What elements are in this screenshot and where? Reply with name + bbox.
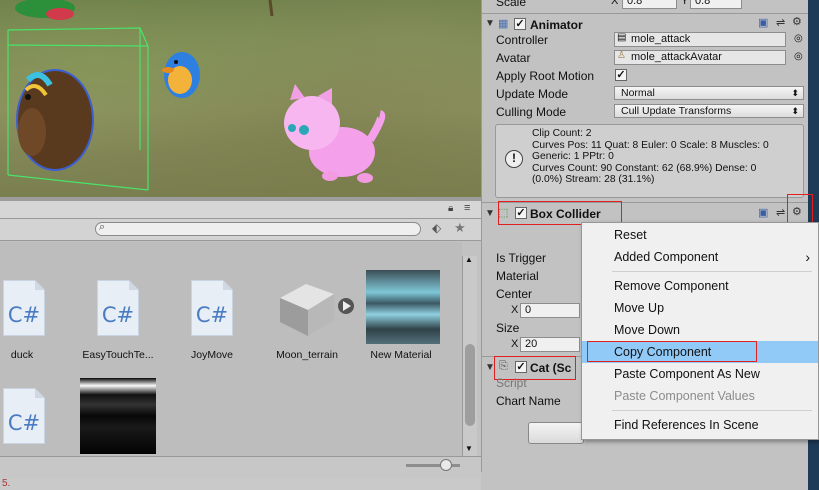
apply-root-motion-checkbox[interactable]: ✓ [615,69,627,81]
label-tag-icon[interactable]: ⬖ [432,221,441,235]
scrollbar-thumb[interactable] [465,344,475,426]
animator-icon: ▦ [498,18,509,30]
size-label: Size [496,321,520,335]
csharp-script-icon[interactable]: C# [3,388,45,444]
animator-info-box: Clip Count: 2 Curves Pos: 11 Quat: 8 Eul… [495,124,804,198]
chart-name-label: Chart Name [496,394,561,408]
mole-character [16,69,94,171]
project-toolbar: 🔒︎ ≡ [0,201,481,219]
size-x-field[interactable]: 20 [520,337,580,352]
scale-x-field[interactable]: 0.8 [622,0,677,9]
animator-info-text: Clip Count: 2 Curves Pos: 11 Quat: 8 Eul… [532,128,769,185]
avatar-icon: ♙ [617,50,626,61]
center-x-label: X [511,304,519,316]
easytouch-script-icon[interactable]: C# [97,280,139,336]
component-context-menu: Reset Added Component › Remove Component … [581,222,819,440]
menu-item-added-component[interactable]: Added Component › [582,246,818,268]
scene-view[interactable] [0,0,481,197]
warning-icon: ! [505,150,523,168]
center-label: Center [496,287,533,301]
culling-mode-label: Culling Mode [496,105,567,119]
foldout-arrow-icon[interactable]: ▼ [485,18,495,29]
menu-item-reset[interactable]: Reset [582,224,818,246]
top-turtle-character [15,0,75,20]
center-x-field[interactable]: 0 [520,303,580,318]
submenu-arrow-icon: › [805,249,810,265]
project-bottom-bar [0,456,481,478]
scale-x-label: X [611,0,619,7]
menu-item-move-up[interactable]: Move Up [582,297,818,319]
icon-size-slider-thumb[interactable] [440,459,452,471]
inspector-bottom [481,472,808,490]
menu-icon[interactable]: ≡ [464,202,470,214]
project-asset-grid: C# duck C# EasyTouchTe... C# JoyMove Moo… [0,242,462,456]
culling-mode-dropdown[interactable]: Cull Update Transforms ⬍ [614,104,804,118]
size-x-label: X [511,338,519,350]
object-picker-icon[interactable]: ◎ [794,33,803,44]
project-search-input[interactable]: ⌕ [95,221,421,236]
asset-label-duck: duck [10,349,34,361]
avatar-field[interactable]: mole_attackAvatar [614,50,786,65]
avatar-label: Avatar [496,51,531,65]
project-scrollbar[interactable]: ▲ ▼ [462,255,477,456]
search-icon: ⌕ [99,221,106,233]
add-component-button[interactable] [528,422,584,444]
menu-item-paste-component-as-new[interactable]: Paste Component As New [582,363,818,385]
animator-enabled-checkbox[interactable]: ✓ [514,18,526,30]
material-label: Material [496,269,539,283]
animator-header[interactable]: ▼ ▦ ✓ Animator ▣ ⇌ ⚙ [482,13,808,33]
scale-label: Scale [496,0,527,9]
apply-root-motion-label: Apply Root Motion [496,69,595,83]
favorite-star-icon[interactable]: ★ [454,220,466,236]
stick [268,0,274,17]
material-icon[interactable] [366,270,440,344]
menu-separator [612,271,812,272]
scene-objects [7,0,386,191]
dropdown-arrow-icon: ⬍ [791,88,799,98]
scale-y-label: Y [681,0,689,7]
asset-label-new-material: New Material [370,349,432,361]
preset-icon[interactable]: ⇌ [776,206,785,219]
object-picker-icon[interactable]: ◎ [794,51,803,62]
console-status-line: 5. [0,478,481,490]
scroll-up-icon[interactable]: ▲ [465,255,473,264]
foldout-arrow-icon[interactable]: ▼ [485,208,495,219]
gear-icon[interactable]: ⚙ [792,15,802,28]
texture-icon[interactable] [80,378,156,454]
animator-title: Animator [530,18,583,32]
menu-item-remove-component[interactable]: Remove Component [582,275,818,297]
menu-item-paste-component-values: Paste Component Values [614,389,755,403]
help-book-icon[interactable]: ▣ [758,206,768,219]
package-box-icon[interactable] [276,276,358,338]
asset-label-joymove: JoyMove [190,349,233,361]
animator-controller-icon: ▤ [617,32,627,43]
menu-separator [612,410,812,411]
help-book-icon[interactable]: ▣ [758,16,768,29]
controller-field[interactable]: mole_attack [614,32,786,47]
scroll-down-icon[interactable]: ▼ [465,444,473,453]
annotation-copy-component-highlight [587,341,757,362]
update-mode-label: Update Mode [496,87,569,101]
is-trigger-label: Is Trigger [496,251,547,265]
dropdown-arrow-icon: ⬍ [791,106,799,116]
blue-bird-character [162,52,200,98]
menu-item-move-down[interactable]: Move Down [582,319,818,341]
scale-y-field[interactable]: 0.8 [690,0,742,9]
pink-cat-character [284,84,386,183]
asset-label-moon-terrain: Moon_terrain [276,349,338,361]
update-mode-dropdown[interactable]: Normal ⬍ [614,86,804,100]
controller-label: Controller [496,33,549,47]
duck-script-icon[interactable]: C# [3,280,45,336]
preset-icon[interactable]: ⇌ [776,16,785,29]
script-label: Script [496,376,527,390]
joymove-script-icon[interactable]: C# [191,280,233,336]
menu-item-find-references[interactable]: Find References In Scene [582,414,818,436]
asset-label-easytouch: EasyTouchTe... [82,349,154,361]
lock-icon[interactable]: 🔒︎ [448,203,453,214]
